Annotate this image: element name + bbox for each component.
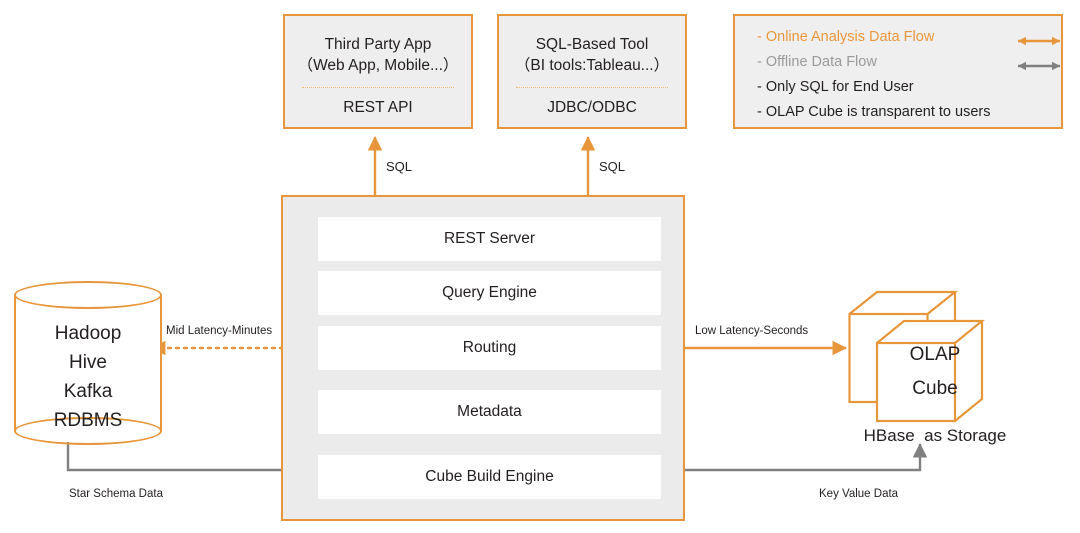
legend-label: - OLAP Cube is transparent to users — [757, 104, 991, 120]
client-divider — [302, 87, 454, 88]
data-source-kafka: Kafka — [63, 381, 113, 402]
legend-label: - Offline Data Flow — [757, 54, 877, 70]
layer-label: Cube Build Engine — [425, 468, 554, 485]
client-box-third-party-app[interactable]: Third Party App （Web App, Mobile...） RES… — [283, 14, 473, 129]
layer-query-engine[interactable]: Query Engine — [318, 271, 661, 315]
low-latency-label: Low Latency-Seconds — [695, 325, 809, 337]
client-protocol: JDBC/ODBC — [547, 99, 637, 116]
client-title-line1: Third Party App — [324, 36, 432, 53]
legend-label: - Only SQL for End User — [757, 79, 914, 95]
client-title: Third Party App （Web App, Mobile...） — [298, 34, 459, 76]
legend-double-arrow-gray-icon — [1018, 61, 1060, 71]
data-source-hadoop: Hadoop — [54, 323, 122, 344]
client-title-line2: （BI tools:Tableau...） — [514, 57, 670, 74]
data-source-cylinder[interactable]: Hadoop Hive Kafka RDBMS — [14, 281, 162, 446]
star-schema-label: Star Schema Data — [69, 488, 163, 500]
legend-double-arrow-orange-icon — [1018, 36, 1060, 46]
data-source-hive: Hive — [68, 352, 107, 373]
client-title-line1: SQL-Based Tool — [535, 36, 649, 53]
legend-label: - Online Analysis Data Flow — [757, 29, 935, 45]
olap-cube-label-line1: OLAP — [909, 344, 961, 365]
client-protocol: REST API — [343, 99, 413, 116]
hbase-storage-caption: HBase as Storage — [863, 426, 1007, 445]
sql-label-left: SQL — [386, 159, 413, 174]
legend-item-olap-cube-transparent: - OLAP Cube is transparent to users — [757, 104, 1061, 129]
layer-label: REST Server — [443, 230, 536, 247]
legend-item-online-analysis-data-flow: - Online Analysis Data Flow — [757, 29, 1061, 54]
data-source-labels: Hadoop Hive Kafka RDBMS — [14, 319, 162, 435]
diagram-canvas: Third Party App （Web App, Mobile...） RES… — [0, 0, 1080, 533]
layer-label: Routing — [462, 339, 517, 356]
sql-label-right: SQL — [599, 159, 626, 174]
layer-metadata[interactable]: Metadata — [318, 390, 661, 434]
client-title-line2: （Web App, Mobile...） — [297, 57, 459, 74]
layer-label: Metadata — [457, 403, 522, 420]
layer-cube-build-engine[interactable]: Cube Build Engine — [318, 455, 661, 499]
key-value-label: Key Value Data — [819, 488, 899, 500]
mid-latency-label: Mid Latency-Minutes — [166, 325, 273, 337]
legend-box: - Online Analysis Data Flow - Offline Da… — [733, 14, 1063, 129]
layer-rest-server[interactable]: REST Server — [318, 217, 661, 261]
key-value-arrow — [648, 443, 928, 472]
olap-cube-label-line2: Cube — [912, 378, 958, 399]
olap-cube-label: OLAP Cube — [880, 338, 990, 406]
legend-item-only-sql-for-end-user: - Only SQL for End User — [757, 79, 1061, 104]
data-source-rdbms: RDBMS — [53, 410, 123, 431]
layer-label: Query Engine — [442, 284, 537, 301]
client-divider — [516, 87, 668, 88]
client-title: SQL-Based Tool （BI tools:Tableau...） — [515, 34, 669, 76]
legend-item-offline-data-flow: - Offline Data Flow — [757, 54, 1061, 79]
cylinder-top-ellipse — [14, 281, 162, 309]
client-box-sql-based-tool[interactable]: SQL-Based Tool （BI tools:Tableau...） JDB… — [497, 14, 687, 129]
layer-routing[interactable]: Routing — [318, 326, 661, 370]
